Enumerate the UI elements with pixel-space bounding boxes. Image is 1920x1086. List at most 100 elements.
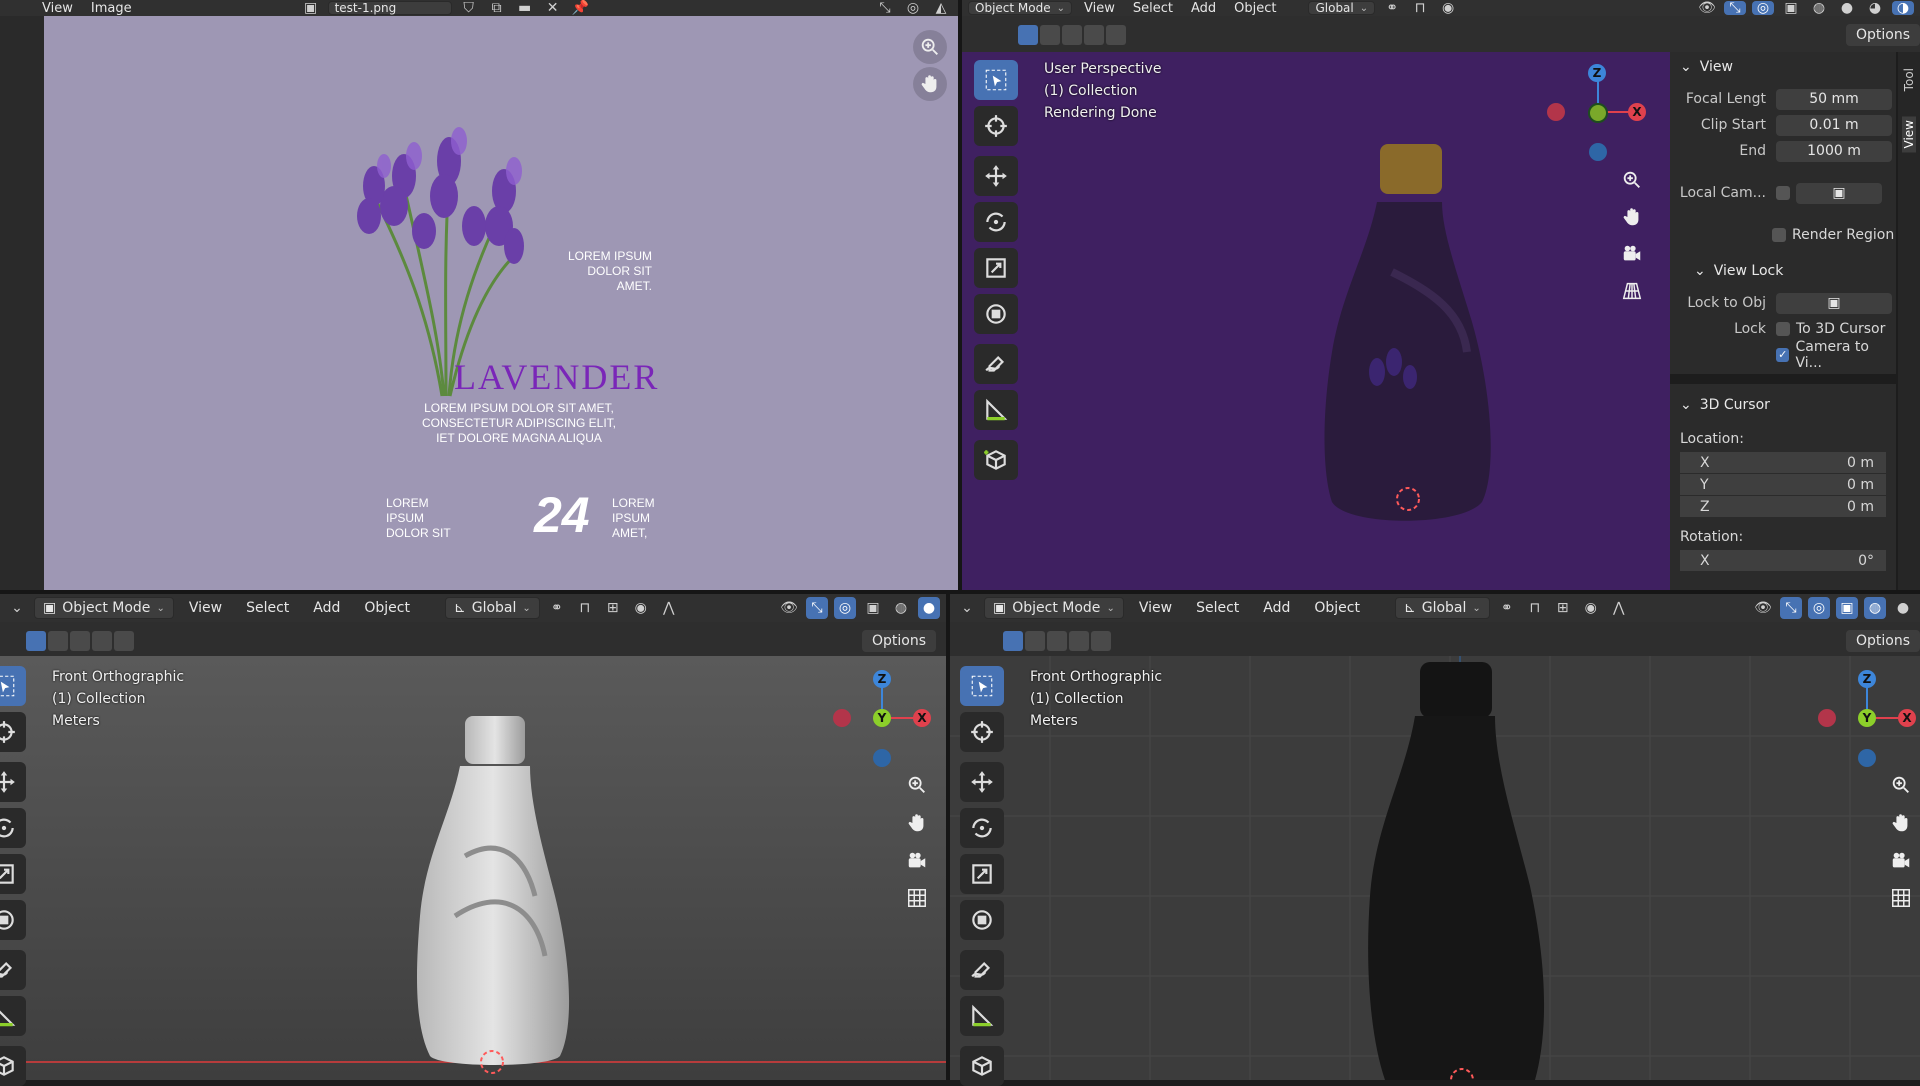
image-pan-hand-icon[interactable]: [913, 67, 947, 101]
gizmo-toggle-icon[interactable]: ⤡: [1724, 0, 1746, 16]
shading-wireframe-icon[interactable]: ◍: [1808, 0, 1830, 16]
cursor-location-y[interactable]: Y0 m: [1680, 474, 1886, 496]
selection-mode-buttons[interactable]: [1003, 631, 1111, 651]
shading-solid-icon[interactable]: ●: [918, 597, 940, 619]
scale-tool-icon[interactable]: [0, 854, 26, 894]
gizmo-neg-x-axis[interactable]: [833, 709, 851, 727]
lock-to-object-field[interactable]: ▣: [1776, 292, 1892, 314]
select-tool-icon[interactable]: [960, 666, 1004, 706]
scale-tool-icon[interactable]: [974, 248, 1018, 288]
annotate-tool-icon[interactable]: [0, 950, 26, 990]
snap-icon[interactable]: ⊓: [574, 597, 596, 619]
gizmo-neg-z-axis[interactable]: [1858, 749, 1876, 767]
shading-wireframe-icon[interactable]: ◍: [890, 597, 912, 619]
gizmo-x-axis[interactable]: X: [913, 709, 931, 727]
local-camera-field[interactable]: ▣: [1796, 182, 1882, 204]
display-channels-icon[interactable]: ◭: [930, 0, 952, 16]
image-browse-icon[interactable]: ▣: [300, 0, 322, 16]
camera-view-icon[interactable]: [1884, 844, 1918, 878]
gizmo-z-axis[interactable]: Z: [873, 670, 891, 688]
xray-icon[interactable]: ▣: [1780, 0, 1802, 16]
view-lock-section-header[interactable]: ⌄ View Lock: [1670, 256, 1896, 286]
3d-cursor-section-header[interactable]: ⌄ 3D Cursor: [1670, 390, 1896, 420]
cursor-location-z[interactable]: Z0 m: [1680, 496, 1886, 518]
measure-tool-icon[interactable]: [974, 390, 1018, 430]
image-zoom-icon[interactable]: [913, 30, 947, 64]
xray-icon[interactable]: ▣: [862, 597, 884, 619]
gizmo-toggle-icon[interactable]: ⤡: [1780, 597, 1802, 619]
options-dropdown[interactable]: Options: [1846, 24, 1920, 46]
transform-orientation-dropdown[interactable]: Global ⌄: [1308, 1, 1376, 15]
pan-hand-icon[interactable]: [900, 806, 934, 840]
visibility-icon[interactable]: 👁: [1696, 0, 1718, 16]
rotate-tool-icon[interactable]: [0, 808, 26, 848]
mode-dropdown[interactable]: ▣ Object Mode ⌄: [984, 597, 1124, 619]
transform-tool-icon[interactable]: [960, 900, 1004, 940]
menu-select[interactable]: Select: [237, 598, 298, 618]
zoom-icon[interactable]: [1615, 163, 1649, 197]
gizmo-toggle-icon[interactable]: ⤡: [806, 597, 828, 619]
visibility-icon[interactable]: 👁: [778, 597, 800, 619]
menu-object[interactable]: Object: [355, 598, 419, 618]
view-section-header[interactable]: ⌄ View: [1670, 52, 1896, 82]
cursor-tool-icon[interactable]: [960, 712, 1004, 752]
editor-type-icon[interactable]: ⌄: [6, 597, 28, 619]
transform-orientation-dropdown[interactable]: ⊾ Global ⌄: [1394, 597, 1490, 619]
fake-user-icon[interactable]: ⛉: [458, 0, 480, 16]
measure-tool-icon[interactable]: [960, 996, 1004, 1036]
overlay-toggle-icon[interactable]: ◎: [834, 597, 856, 619]
add-cube-tool-icon[interactable]: [974, 440, 1018, 480]
pivot-icon[interactable]: ⚭: [1381, 0, 1403, 16]
rotate-tool-icon[interactable]: [974, 202, 1018, 242]
unlink-icon[interactable]: ✕: [542, 0, 564, 16]
pivot-icon[interactable]: ⚭: [546, 597, 568, 619]
gizmo-neg-x-axis[interactable]: [1818, 709, 1836, 727]
gizmo-z-axis[interactable]: Z: [1858, 670, 1876, 688]
menu-view[interactable]: View: [1078, 1, 1121, 16]
menu-add[interactable]: Add: [1185, 1, 1222, 16]
add-cube-tool-icon[interactable]: [0, 1046, 26, 1086]
camera-view-icon[interactable]: [900, 844, 934, 878]
scale-tool-icon[interactable]: [960, 854, 1004, 894]
cursor-tool-icon[interactable]: [974, 106, 1018, 146]
new-image-icon[interactable]: ▬: [514, 0, 536, 16]
shading-material-icon[interactable]: ◕: [1864, 0, 1886, 16]
to-3d-cursor-checkbox[interactable]: [1776, 322, 1790, 336]
focal-length-field[interactable]: 50 mm: [1776, 88, 1892, 110]
snap-target-icon[interactable]: ⊞: [602, 597, 624, 619]
falloff-icon[interactable]: ⋀: [1608, 597, 1630, 619]
pin-icon[interactable]: 📌: [570, 0, 592, 16]
selection-mode-buttons[interactable]: [26, 631, 134, 651]
proportional-edit-icon[interactable]: ◉: [630, 597, 652, 619]
camera-view-icon[interactable]: [1615, 237, 1649, 271]
transform-orientation-dropdown[interactable]: ⊾ Global ⌄: [444, 597, 540, 619]
select-tool-icon[interactable]: [974, 60, 1018, 100]
menu-add[interactable]: Add: [1254, 598, 1299, 618]
overlay-toggle-icon[interactable]: ◎: [1808, 597, 1830, 619]
cursor-tool-icon[interactable]: [0, 712, 26, 752]
select-tool-icon[interactable]: [0, 666, 26, 706]
tab-view[interactable]: View: [1902, 116, 1916, 153]
menu-view[interactable]: View: [180, 598, 231, 618]
menu-object[interactable]: Object: [1305, 598, 1369, 618]
proportional-edit-icon[interactable]: ◉: [1437, 0, 1459, 16]
shading-solid-icon[interactable]: ●: [1892, 597, 1914, 619]
move-tool-icon[interactable]: [0, 762, 26, 802]
options-dropdown[interactable]: Options: [1846, 630, 1920, 652]
pivot-icon[interactable]: ⚭: [1496, 597, 1518, 619]
selection-mode-buttons[interactable]: [1018, 25, 1126, 45]
mode-dropdown[interactable]: Object Mode ⌄: [968, 1, 1072, 15]
gizmo-y-axis[interactable]: Y: [873, 709, 891, 727]
camera-to-view-checkbox[interactable]: ✓: [1776, 348, 1790, 362]
proportional-edit-icon[interactable]: ◉: [1580, 597, 1602, 619]
menu-add[interactable]: Add: [304, 598, 349, 618]
menu-view[interactable]: View: [1130, 598, 1181, 618]
move-tool-icon[interactable]: [974, 156, 1018, 196]
tab-tool[interactable]: Tool: [1902, 68, 1916, 91]
gizmo-x-axis[interactable]: X: [1898, 709, 1916, 727]
ortho-grid-icon[interactable]: [1615, 274, 1649, 308]
transform-tool-icon[interactable]: [0, 900, 26, 940]
options-dropdown[interactable]: Options: [862, 630, 937, 652]
menu-select[interactable]: Select: [1127, 1, 1179, 16]
overlay-toggle-icon[interactable]: ◎: [902, 0, 924, 16]
